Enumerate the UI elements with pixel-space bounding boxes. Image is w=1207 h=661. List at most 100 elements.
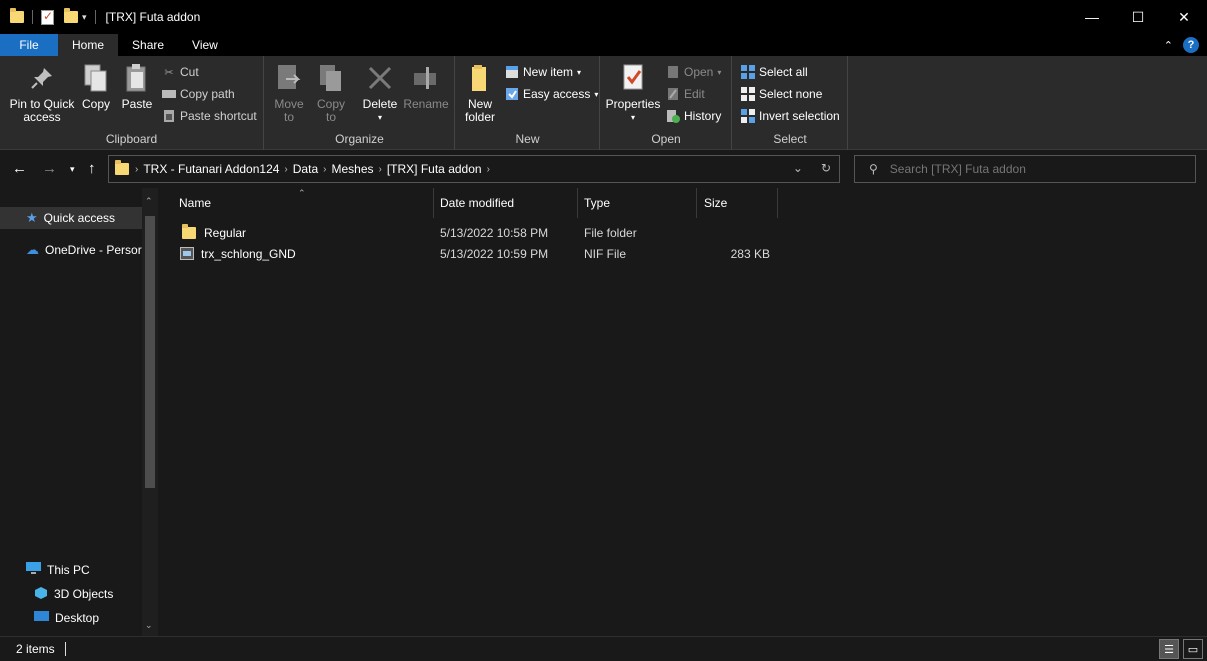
delete-label: Delete bbox=[362, 97, 398, 111]
paste-shortcut-button[interactable]: Paste shortcut bbox=[162, 107, 257, 125]
breadcrumb-item[interactable]: Data bbox=[293, 162, 318, 176]
edit-button[interactable]: Edit bbox=[666, 85, 705, 103]
nav-item-onedrive[interactable]: ☁ OneDrive - Persor bbox=[0, 239, 142, 261]
history-label: History bbox=[684, 109, 722, 123]
chevron-up-icon[interactable]: ⌃ bbox=[1164, 39, 1173, 52]
chevron-right-icon[interactable]: › bbox=[284, 164, 287, 175]
chevron-right-icon[interactable]: › bbox=[379, 164, 382, 175]
easy-access-button[interactable]: Easy access ▾ bbox=[505, 85, 598, 103]
column-header-type[interactable]: Type bbox=[578, 188, 697, 218]
close-button[interactable]: ✕ bbox=[1161, 0, 1207, 34]
tab-view[interactable]: View bbox=[178, 34, 232, 56]
nav-item-quick-access[interactable]: ★ Quick access bbox=[0, 207, 142, 229]
chevron-right-icon[interactable]: › bbox=[487, 164, 490, 175]
nav-item-this-pc[interactable]: This PC bbox=[0, 559, 142, 581]
file-row[interactable]: trx_schlong_GND 5/13/2022 10:59 PM NIF F… bbox=[178, 243, 778, 264]
nav-scrollbar-thumb[interactable] bbox=[145, 216, 155, 488]
cloud-icon: ☁ bbox=[26, 242, 39, 257]
back-arrow-icon[interactable]: ← bbox=[12, 160, 27, 177]
column-header-name[interactable]: Name bbox=[160, 188, 434, 218]
maximize-button[interactable]: ☐ bbox=[1115, 0, 1161, 34]
properties-label: Properties bbox=[605, 97, 661, 111]
new-item-button[interactable]: New item ▾ bbox=[505, 63, 581, 81]
column-header-label: Name bbox=[179, 196, 212, 210]
scroll-down-icon[interactable]: ⌄ bbox=[145, 620, 153, 631]
nav-item-desktop[interactable]: Desktop bbox=[0, 607, 142, 629]
file-size: 283 KB bbox=[730, 246, 770, 261]
scroll-up-icon[interactable]: ⌃ bbox=[145, 196, 153, 207]
properties-icon[interactable] bbox=[41, 9, 54, 25]
customize-qat-icon[interactable]: ▾ bbox=[82, 12, 87, 23]
copy-path-button[interactable]: Copy path bbox=[162, 85, 235, 103]
details-view-icon[interactable]: ☰ bbox=[1159, 639, 1179, 659]
new-folder-icon[interactable] bbox=[64, 8, 78, 23]
large-icons-view-icon[interactable]: ▭ bbox=[1183, 639, 1203, 659]
rename-button[interactable]: Rename bbox=[403, 62, 449, 111]
copy-button[interactable]: Copy bbox=[80, 62, 112, 111]
nav-item-label: OneDrive - Persor bbox=[45, 243, 142, 257]
breadcrumb-item[interactable]: [TRX] Futa addon bbox=[387, 162, 482, 176]
search-input[interactable] bbox=[889, 162, 1170, 176]
move-to-button[interactable]: Move to bbox=[273, 62, 305, 124]
file-type: File folder bbox=[584, 225, 637, 240]
easy-access-label: Easy access bbox=[523, 87, 591, 101]
new-item-label: New item bbox=[523, 65, 574, 79]
nav-item-label: This PC bbox=[47, 563, 90, 577]
tab-share[interactable]: Share bbox=[118, 34, 178, 56]
nav-item-3d-objects[interactable]: 3D Objects bbox=[0, 583, 142, 605]
copy-path-label: Copy path bbox=[180, 87, 235, 101]
properties-button[interactable]: Properties ▾ bbox=[605, 62, 661, 124]
chevron-right-icon[interactable]: › bbox=[135, 164, 138, 175]
paste-button[interactable]: Paste bbox=[120, 62, 154, 111]
window-controls: — ☐ ✕ bbox=[1069, 0, 1207, 34]
column-header-size[interactable]: Size bbox=[697, 188, 778, 218]
desktop-icon bbox=[34, 610, 49, 626]
pin-to-quick-access-button[interactable]: Pin to Quick access bbox=[8, 62, 76, 124]
cut-button[interactable]: ✂ Cut bbox=[162, 63, 198, 81]
folder-icon bbox=[10, 8, 24, 23]
forward-arrow-icon[interactable]: → bbox=[42, 160, 57, 177]
recent-locations-icon[interactable]: ▾ bbox=[70, 164, 75, 175]
select-all-button[interactable]: Select all bbox=[741, 63, 808, 81]
ribbon-controls: ⌃ ? bbox=[1164, 37, 1199, 53]
up-arrow-icon[interactable]: ↑ bbox=[88, 160, 96, 177]
chevron-right-icon[interactable]: › bbox=[323, 164, 326, 175]
folder-icon bbox=[182, 223, 196, 239]
column-header-label: Size bbox=[704, 196, 728, 210]
refresh-icon[interactable]: ↻ bbox=[821, 161, 831, 175]
new-folder-button[interactable]: New folder bbox=[462, 62, 498, 124]
breadcrumb-item[interactable]: Meshes bbox=[331, 162, 373, 176]
help-icon[interactable]: ? bbox=[1183, 37, 1199, 53]
address-bar[interactable]: › TRX - Futanari Addon124 › Data › Meshe… bbox=[108, 155, 840, 183]
breadcrumb-item[interactable]: TRX - Futanari Addon124 bbox=[143, 162, 279, 176]
open-button[interactable]: Open ▾ bbox=[666, 63, 721, 81]
easy-access-dropdown-icon: ▾ bbox=[594, 89, 599, 99]
open-group-label: Open bbox=[651, 132, 681, 146]
file-date: 5/13/2022 10:58 PM bbox=[440, 225, 549, 240]
file-type: NIF File bbox=[584, 246, 626, 261]
open-dropdown-icon: ▾ bbox=[717, 67, 722, 77]
file-list: ⌃ Name Date modified Type Size Regular 5… bbox=[160, 188, 1207, 636]
tab-file[interactable]: File bbox=[0, 34, 58, 56]
history-button[interactable]: History bbox=[666, 107, 721, 125]
chevron-down-icon[interactable]: ⌄ bbox=[793, 161, 803, 175]
view-buttons: ☰ ▭ bbox=[1159, 639, 1203, 659]
copy-to-button[interactable]: Copy to bbox=[315, 62, 347, 124]
column-header-date[interactable]: Date modified bbox=[434, 188, 578, 218]
folder-icon bbox=[115, 160, 129, 175]
cube-icon bbox=[34, 586, 48, 603]
nav-item-label: 3D Objects bbox=[54, 587, 114, 601]
search-box[interactable]: ⚲ bbox=[854, 155, 1196, 183]
file-name: Regular bbox=[204, 225, 247, 240]
paste-shortcut-label: Paste shortcut bbox=[180, 109, 257, 123]
file-row[interactable]: Regular 5/13/2022 10:58 PM File folder bbox=[178, 222, 778, 243]
copy-to-icon bbox=[315, 62, 347, 94]
delete-button[interactable]: Delete ▾ bbox=[362, 62, 398, 124]
tab-home[interactable]: Home bbox=[58, 34, 119, 56]
paste-shortcut-icon bbox=[162, 109, 176, 123]
invert-selection-button[interactable]: Invert selection bbox=[741, 107, 840, 125]
minimize-button[interactable]: — bbox=[1069, 0, 1115, 34]
open-group: Properties ▾ Open ▾ Edit History Open bbox=[601, 56, 732, 150]
nav-scrollbar[interactable]: ⌃ ⌄ bbox=[142, 188, 158, 636]
select-none-button[interactable]: Select none bbox=[741, 85, 822, 103]
